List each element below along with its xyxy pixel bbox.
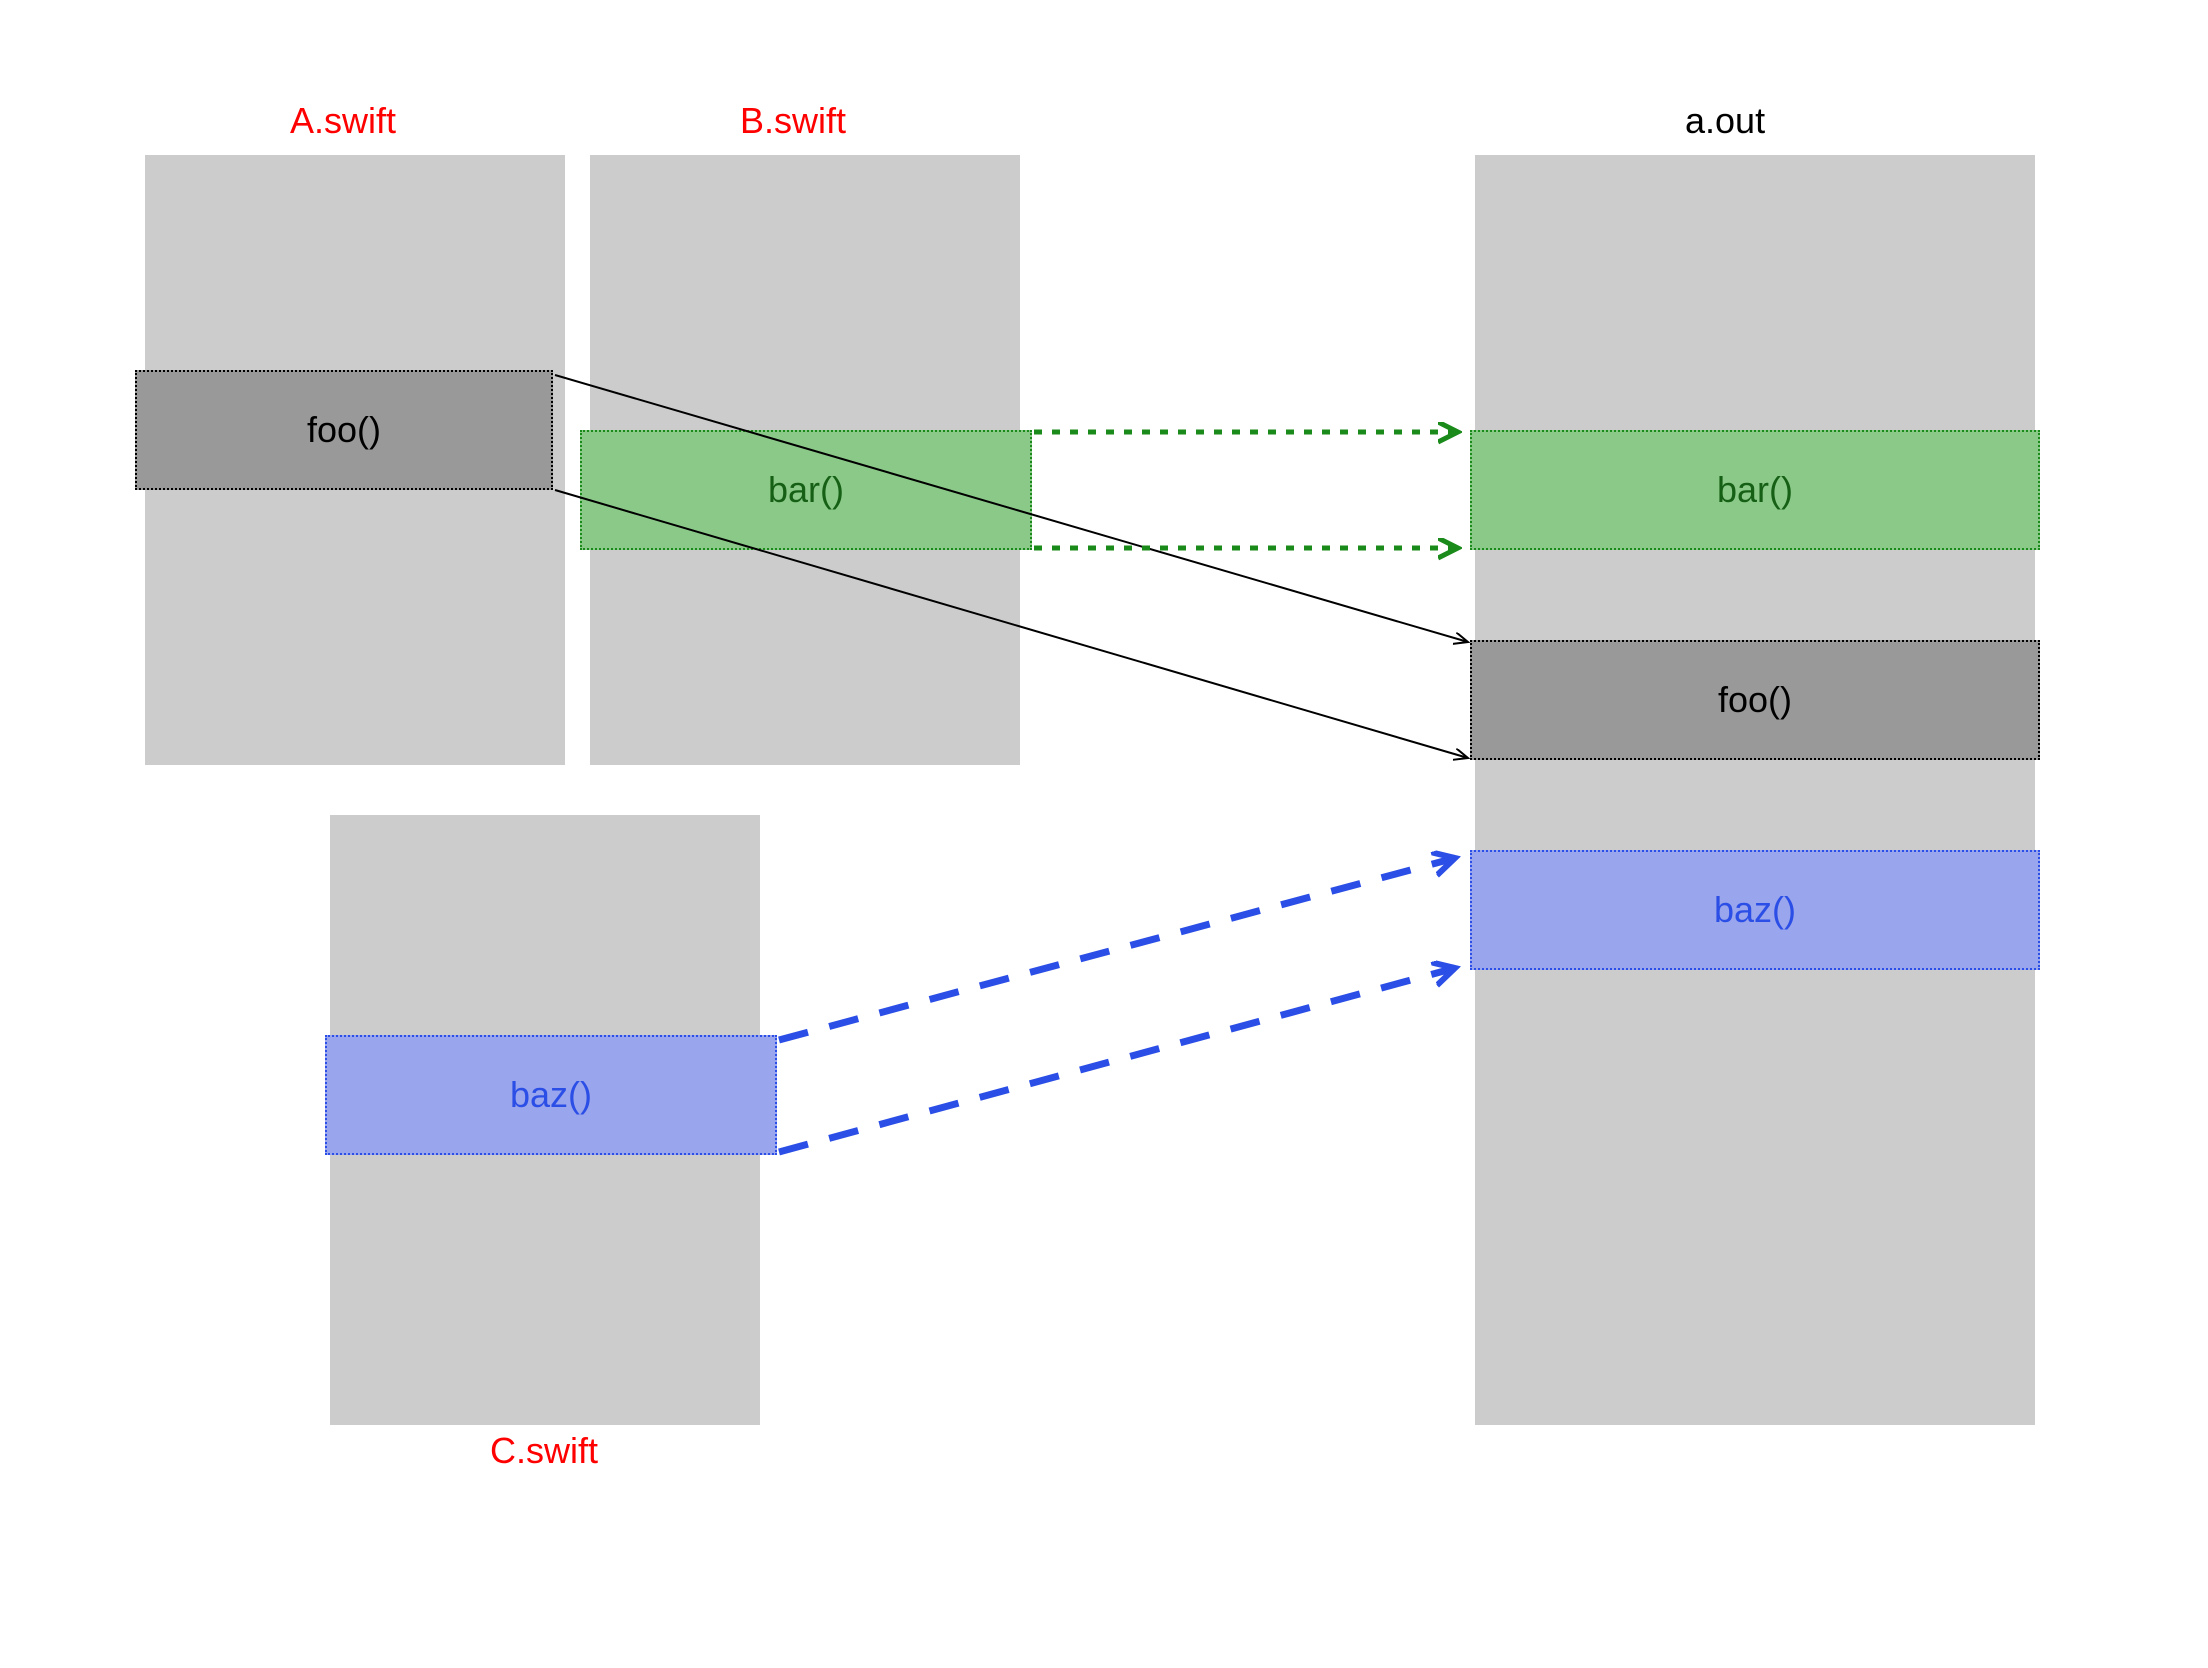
function-baz-output: baz() [1470,850,2040,970]
function-bar-output-label: bar() [1717,469,1793,511]
arrow-baz-bottom [779,968,1455,1152]
function-foo-source: foo() [135,370,553,490]
compilation-diagram: A.swift B.swift C.swift a.out foo() bar(… [0,0,2208,1668]
function-baz-output-label: baz() [1714,889,1796,931]
function-foo-output-label: foo() [1718,679,1792,721]
file-c-label: C.swift [490,1430,598,1472]
function-foo-output: foo() [1470,640,2040,760]
function-bar-output: bar() [1470,430,2040,550]
function-foo-source-label: foo() [307,409,381,451]
function-bar-source: bar() [580,430,1032,550]
function-baz-source: baz() [325,1035,777,1155]
function-baz-source-label: baz() [510,1074,592,1116]
output-box [1475,155,2035,1425]
function-bar-source-label: bar() [768,469,844,511]
output-label: a.out [1685,100,1765,142]
file-b-label: B.swift [740,100,846,142]
file-a-label: A.swift [290,100,396,142]
arrow-baz-top [779,858,1455,1040]
